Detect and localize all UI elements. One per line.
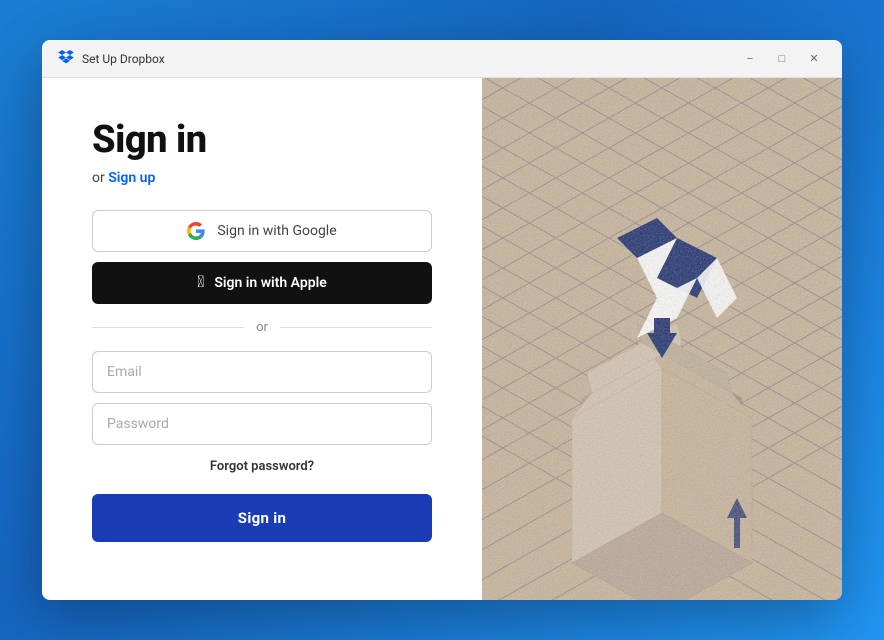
titlebar-title: Set Up Dropbox <box>82 52 165 66</box>
divider-line-right <box>280 327 432 328</box>
password-field[interactable] <box>92 403 432 445</box>
app-window: Set Up Dropbox − □ ✕ Sign in or Sign up <box>42 40 842 600</box>
right-panel <box>482 78 842 600</box>
illustration <box>482 78 842 600</box>
divider: or <box>92 320 432 335</box>
titlebar-controls: − □ ✕ <box>738 47 826 71</box>
sign-up-prefix: or <box>92 170 108 186</box>
signin-button[interactable]: Sign in <box>92 494 432 542</box>
google-signin-button[interactable]: Sign in with Google <box>92 210 432 252</box>
sign-up-row: or Sign up <box>92 170 432 186</box>
titlebar: Set Up Dropbox − □ ✕ <box>42 40 842 78</box>
close-button[interactable]: ✕ <box>802 47 826 71</box>
divider-line-left <box>92 327 244 328</box>
apple-signin-button[interactable]:  Sign in with Apple <box>92 262 432 304</box>
apple-icon:  <box>197 274 204 290</box>
forgot-password-link[interactable]: Forgot password? <box>210 459 314 474</box>
apple-button-label: Sign in with Apple <box>214 275 326 291</box>
content: Sign in or Sign up Sign in with Google … <box>42 78 842 600</box>
sign-up-link[interactable]: Sign up <box>108 170 155 186</box>
page-title: Sign in <box>92 118 432 162</box>
minimize-button[interactable]: − <box>738 47 762 71</box>
titlebar-logo: Set Up Dropbox <box>58 50 738 68</box>
divider-text: or <box>256 320 268 335</box>
google-icon <box>187 222 205 240</box>
maximize-button[interactable]: □ <box>770 47 794 71</box>
email-field[interactable] <box>92 351 432 393</box>
google-button-label: Sign in with Google <box>217 223 336 239</box>
dropbox-icon <box>58 50 74 68</box>
forgot-password-row: Forgot password? <box>92 455 432 474</box>
left-panel: Sign in or Sign up Sign in with Google … <box>42 78 482 600</box>
